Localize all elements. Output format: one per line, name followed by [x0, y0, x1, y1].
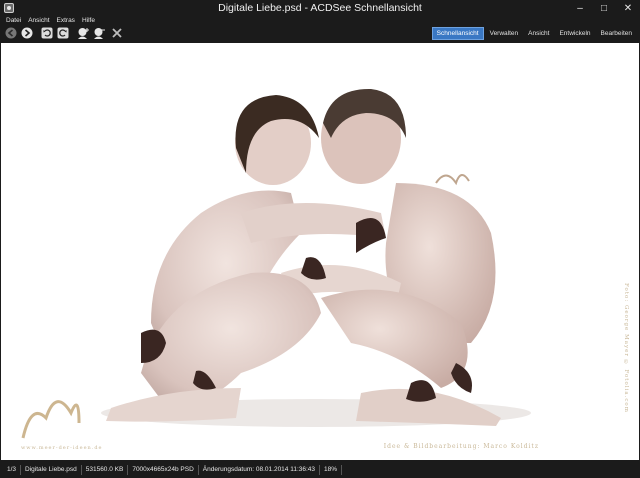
- menu-extras[interactable]: Extras: [57, 16, 75, 25]
- website-credit: www.meer-der-ideen.de: [21, 445, 103, 451]
- window-title: Digitale Liebe.psd - ACDSee Schnellansic…: [218, 2, 422, 14]
- close-button[interactable]: ✕: [616, 0, 640, 16]
- forward-icon[interactable]: [20, 26, 34, 40]
- zoom-out-icon[interactable]: [91, 26, 105, 40]
- status-filesize: 531560.0 KB: [82, 465, 129, 475]
- logo-mark: [21, 400, 81, 439]
- tab-ansicht[interactable]: Ansicht: [524, 27, 553, 40]
- status-dimensions: 7000x4665x24b PSD: [128, 465, 199, 475]
- image-credit: Idee & Bildbearbeitung: Marco Kolditz: [383, 443, 539, 450]
- tab-entwickeln[interactable]: Entwickeln: [555, 27, 594, 40]
- close-image-icon[interactable]: [110, 26, 124, 40]
- tab-bearbeiten[interactable]: Bearbeiten: [597, 27, 636, 40]
- menu-datei[interactable]: Datei: [6, 16, 21, 25]
- status-modified: Änderungsdatum: 08.01.2014 11:36:43: [199, 465, 321, 475]
- rotate-left-icon[interactable]: [40, 26, 54, 40]
- rotate-right-icon[interactable]: [56, 26, 70, 40]
- status-bar: 1/3 Digitale Liebe.psd 531560.0 KB 7000x…: [0, 462, 640, 478]
- toolbar: Schnellansicht Verwalten Ansicht Entwick…: [0, 25, 640, 41]
- status-filename: Digitale Liebe.psd: [21, 465, 82, 475]
- menu-hilfe[interactable]: Hilfe: [82, 16, 95, 25]
- tab-schnellansicht[interactable]: Schnellansicht: [431, 26, 484, 40]
- photo-credit: Foto: George Mayer © Fotolia.com: [623, 283, 629, 413]
- photo: [21, 88, 531, 439]
- menu-bar: Datei Ansicht Extras Hilfe: [0, 16, 640, 25]
- window-controls: – □ ✕: [568, 0, 640, 16]
- mode-tabs: Schnellansicht Verwalten Ansicht Entwick…: [430, 26, 636, 40]
- title-bar: Digitale Liebe.psd - ACDSee Schnellansic…: [0, 0, 640, 16]
- maximize-button[interactable]: □: [592, 0, 616, 16]
- minimize-button[interactable]: –: [568, 0, 592, 16]
- status-position: 1/3: [3, 465, 22, 475]
- image-viewer[interactable]: Idee & Bildbearbeitung: Marco Kolditz Fo…: [1, 43, 639, 460]
- zoom-in-icon[interactable]: [75, 26, 89, 40]
- tab-verwalten[interactable]: Verwalten: [486, 27, 523, 40]
- back-icon[interactable]: [4, 26, 18, 40]
- status-zoom: 18%: [320, 465, 343, 475]
- menu-ansicht[interactable]: Ansicht: [28, 16, 49, 25]
